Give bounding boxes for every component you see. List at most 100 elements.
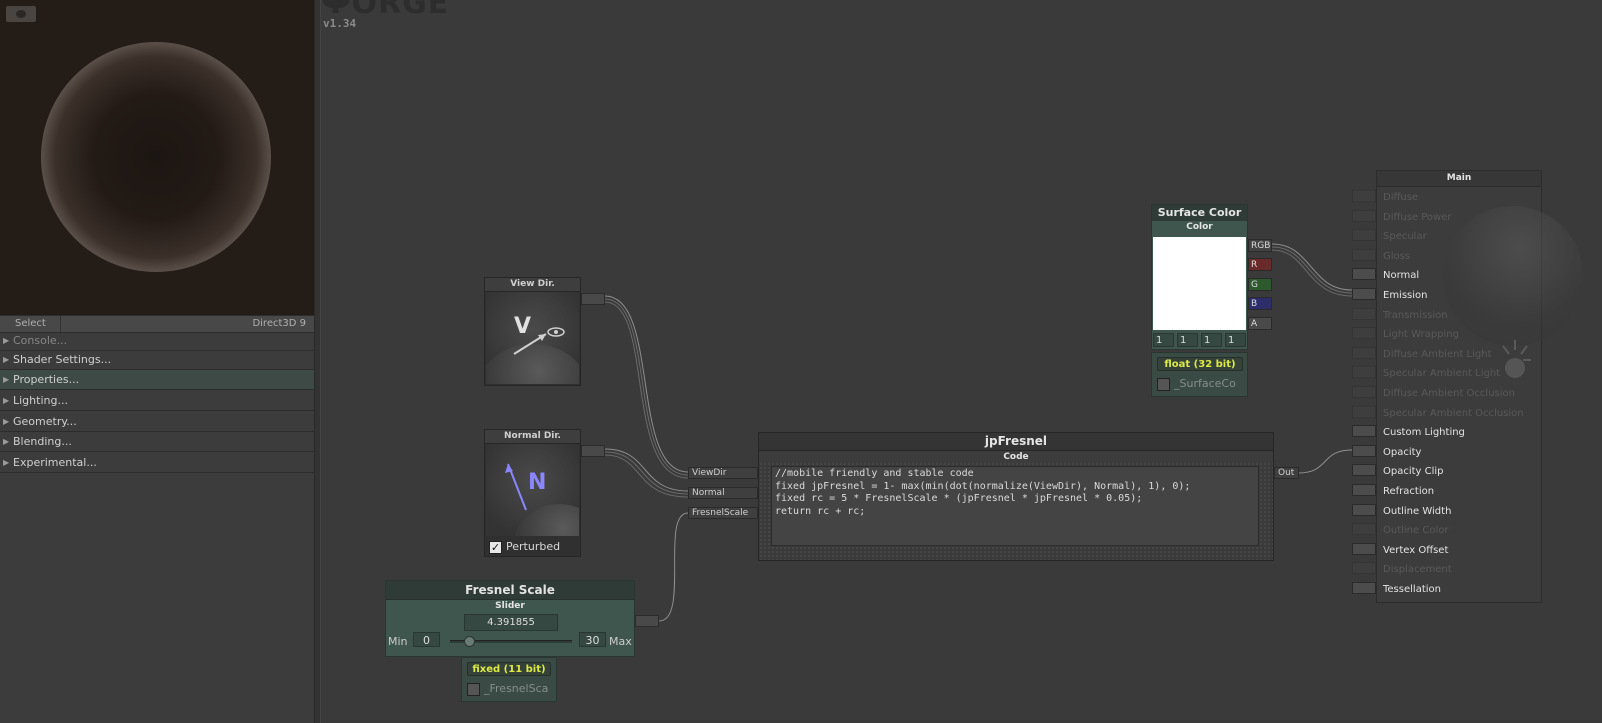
main-input-port-vertex-offset[interactable]: [1352, 542, 1376, 555]
main-input-label-specular: Specular: [1383, 231, 1427, 243]
main-input-port-tessellation[interactable]: [1352, 582, 1376, 594]
input-fresnelscale-port[interactable]: FresnelScale: [688, 507, 758, 519]
main-input-port-outline-width[interactable]: [1352, 503, 1376, 516]
main-input-label-gloss: Gloss: [1383, 250, 1411, 262]
input-viewdir-port[interactable]: ViewDir: [688, 467, 758, 479]
main-input-label-tessellation: Tessellation: [1383, 584, 1441, 595]
perturbed-label: Perturbed: [506, 540, 561, 553]
main-input-port-light-wrapping: [1352, 327, 1376, 340]
code-editor[interactable]: //mobile friendly and stable code fixed …: [771, 466, 1259, 546]
main-input-label-normal: Normal: [1383, 270, 1420, 282]
main-input-label-emission: Emission: [1383, 290, 1428, 301]
main-input-label-light-wrapping: Light Wrapping: [1383, 329, 1459, 341]
main-input-label-displacement: Displacement: [1383, 564, 1452, 576]
fresnel-scale-title: Fresnel Scale: [386, 581, 634, 600]
main-input-label-opacity-clip: Opacity Clip: [1383, 466, 1444, 478]
color-swatch[interactable]: [1153, 237, 1246, 330]
normal-arrow-icon: [505, 463, 527, 511]
main-input-label-diffuse-ambient-occlusion: Diffuse Ambient Occlusion: [1383, 388, 1515, 399]
main-input-label-diffuse-ambient-light: Diffuse Ambient Light: [1383, 348, 1492, 360]
fresnel-value-field[interactable]: 4.391855: [464, 614, 558, 631]
surface-color-node[interactable]: Surface Color Color 1 1 1 1: [1151, 204, 1248, 350]
view-dir-preview: V: [486, 292, 579, 384]
perturbed-checkbox[interactable]: ✓: [489, 540, 502, 554]
main-input-label-outline-width: Outline Width: [1383, 505, 1452, 517]
jpfresnel-code-node[interactable]: jpFresnel Code //mobile friendly and sta…: [758, 432, 1274, 561]
fresnel-precision-select[interactable]: fixed (11 bit): [467, 662, 551, 676]
color-a-field[interactable]: 1: [1225, 333, 1246, 347]
eye-arrow-icon: [513, 327, 565, 355]
color-b-field[interactable]: 1: [1201, 333, 1222, 347]
output-b-port[interactable]: B: [1248, 297, 1272, 310]
main-input-port-outline-color: [1352, 523, 1376, 536]
main-input-port-normal[interactable]: [1352, 268, 1376, 281]
main-input-port-refraction[interactable]: [1352, 484, 1376, 496]
main-input-port-diffuse-power: [1352, 209, 1376, 222]
fresnel-scale-node[interactable]: Fresnel Scale Slider 4.391855 Min 0 30 M…: [385, 580, 635, 657]
normal-dir-preview: N: [486, 444, 579, 536]
fresnel-expose-checkbox[interactable]: [467, 682, 480, 696]
wire-opacity: [1297, 449, 1353, 474]
surface-color-type: Color: [1186, 222, 1213, 232]
slider-min-label: Min: [388, 635, 408, 648]
slider-max-field[interactable]: 30: [579, 632, 606, 647]
main-input-label-opacity: Opacity: [1383, 446, 1422, 458]
main-input-label-outline-color: Outline Color: [1383, 525, 1449, 537]
slider-min-field[interactable]: 0: [413, 632, 440, 647]
color-r-field[interactable]: 1: [1153, 333, 1174, 347]
main-input-port-diffuse: [1352, 190, 1376, 202]
main-node-title: Main: [1377, 171, 1541, 187]
main-input-port-diffuse-ambient-light: [1352, 346, 1376, 359]
output-rgb-port[interactable]: RGB: [1248, 239, 1272, 252]
main-input-port-custom-lighting[interactable]: [1352, 425, 1376, 438]
main-input-label-specular-ambient-occlusion: Specular Ambient Occlusion: [1383, 407, 1524, 419]
surface-variable[interactable]: _SurfaceCo: [1157, 377, 1236, 391]
output-out-port[interactable]: Out: [1274, 467, 1299, 479]
fresnel-scale-type: Slider: [495, 601, 525, 611]
main-input-label-diffuse: Diffuse: [1383, 192, 1419, 203]
wire-emission: [1271, 243, 1353, 291]
surface-precision-select[interactable]: float (32 bit): [1157, 357, 1243, 371]
color-g-field[interactable]: 1: [1177, 333, 1198, 347]
main-input-port-specular-ambient-light: [1352, 366, 1376, 379]
main-input-label-diffuse-power: Diffuse Power: [1383, 211, 1452, 223]
surface-precision-panel: float (32 bit) _SurfaceCo: [1151, 352, 1248, 397]
main-input-port-displacement: [1352, 562, 1376, 575]
main-input-label-transmission: Transmission: [1383, 309, 1448, 321]
output-a-port[interactable]: A: [1248, 317, 1272, 330]
fresnel-output-port[interactable]: [635, 615, 659, 627]
normal-dir-node[interactable]: Normal Dir. N ✓ Perturbed: [484, 429, 581, 557]
normal-dir-output-port[interactable]: [581, 445, 605, 457]
output-g-port[interactable]: G: [1248, 278, 1272, 291]
main-input-label-custom-lighting: Custom Lighting: [1383, 427, 1465, 439]
main-input-port-diffuse-ambient-occlusion: [1352, 386, 1376, 398]
fresnel-variable[interactable]: _FresnelSca: [467, 682, 548, 696]
main-input-label-specular-ambient-light: Specular Ambient Light: [1383, 368, 1501, 380]
perturbed-toggle[interactable]: ✓ Perturbed: [489, 539, 560, 555]
main-input-port-emission[interactable]: [1352, 288, 1376, 300]
view-dir-node[interactable]: View Dir. V: [484, 277, 581, 386]
main-input-port-opacity[interactable]: [1352, 444, 1376, 457]
wire-fresnelscale: [658, 512, 689, 622]
fresnel-slider-thumb[interactable]: [464, 636, 475, 647]
slider-max-label: Max: [609, 635, 632, 648]
surface-expose-checkbox[interactable]: [1157, 377, 1170, 391]
main-input-port-specular-ambient-occlusion: [1352, 405, 1376, 418]
normal-dir-title: Normal Dir.: [485, 430, 580, 444]
main-input-port-specular: [1352, 229, 1376, 242]
main-input-label-vertex-offset: Vertex Offset: [1383, 544, 1449, 556]
input-normal-port[interactable]: Normal: [688, 487, 758, 499]
main-input-port-transmission: [1352, 307, 1376, 320]
output-r-port[interactable]: R: [1248, 258, 1272, 271]
main-input-port-opacity-clip[interactable]: [1352, 464, 1376, 477]
main-output-node[interactable]: Main Diffuse Diffuse Power Specular Gloss No…: [1376, 170, 1583, 603]
connection-wires: [604, 243, 1353, 622]
main-input-port-gloss: [1352, 248, 1376, 261]
view-dir-output-port[interactable]: [581, 293, 605, 305]
main-input-label-refraction: Refraction: [1383, 486, 1435, 497]
code-node-title: jpFresnel: [759, 433, 1273, 451]
view-dir-title: View Dir.: [485, 278, 580, 292]
main-preview-sphere: [1443, 206, 1583, 346]
wire-normal: [604, 448, 689, 492]
wire-viewdir: [604, 295, 689, 473]
